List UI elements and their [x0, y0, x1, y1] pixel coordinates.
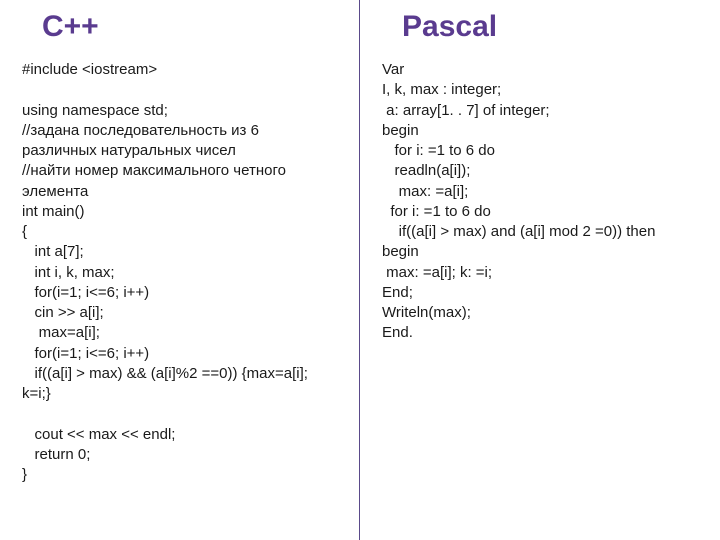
column-pascal: Pascal Var I, k, max : integer; a: array… [360, 0, 720, 540]
heading-pascal: Pascal [382, 10, 698, 44]
column-cpp: С++ #include <iostream> using namespace … [0, 0, 360, 540]
code-cpp: #include <iostream> using namespace std;… [22, 60, 337, 485]
two-column-layout: С++ #include <iostream> using namespace … [0, 0, 720, 540]
code-pascal: Var I, k, max : integer; a: array[1. . 7… [382, 60, 698, 344]
heading-cpp: С++ [22, 10, 337, 44]
